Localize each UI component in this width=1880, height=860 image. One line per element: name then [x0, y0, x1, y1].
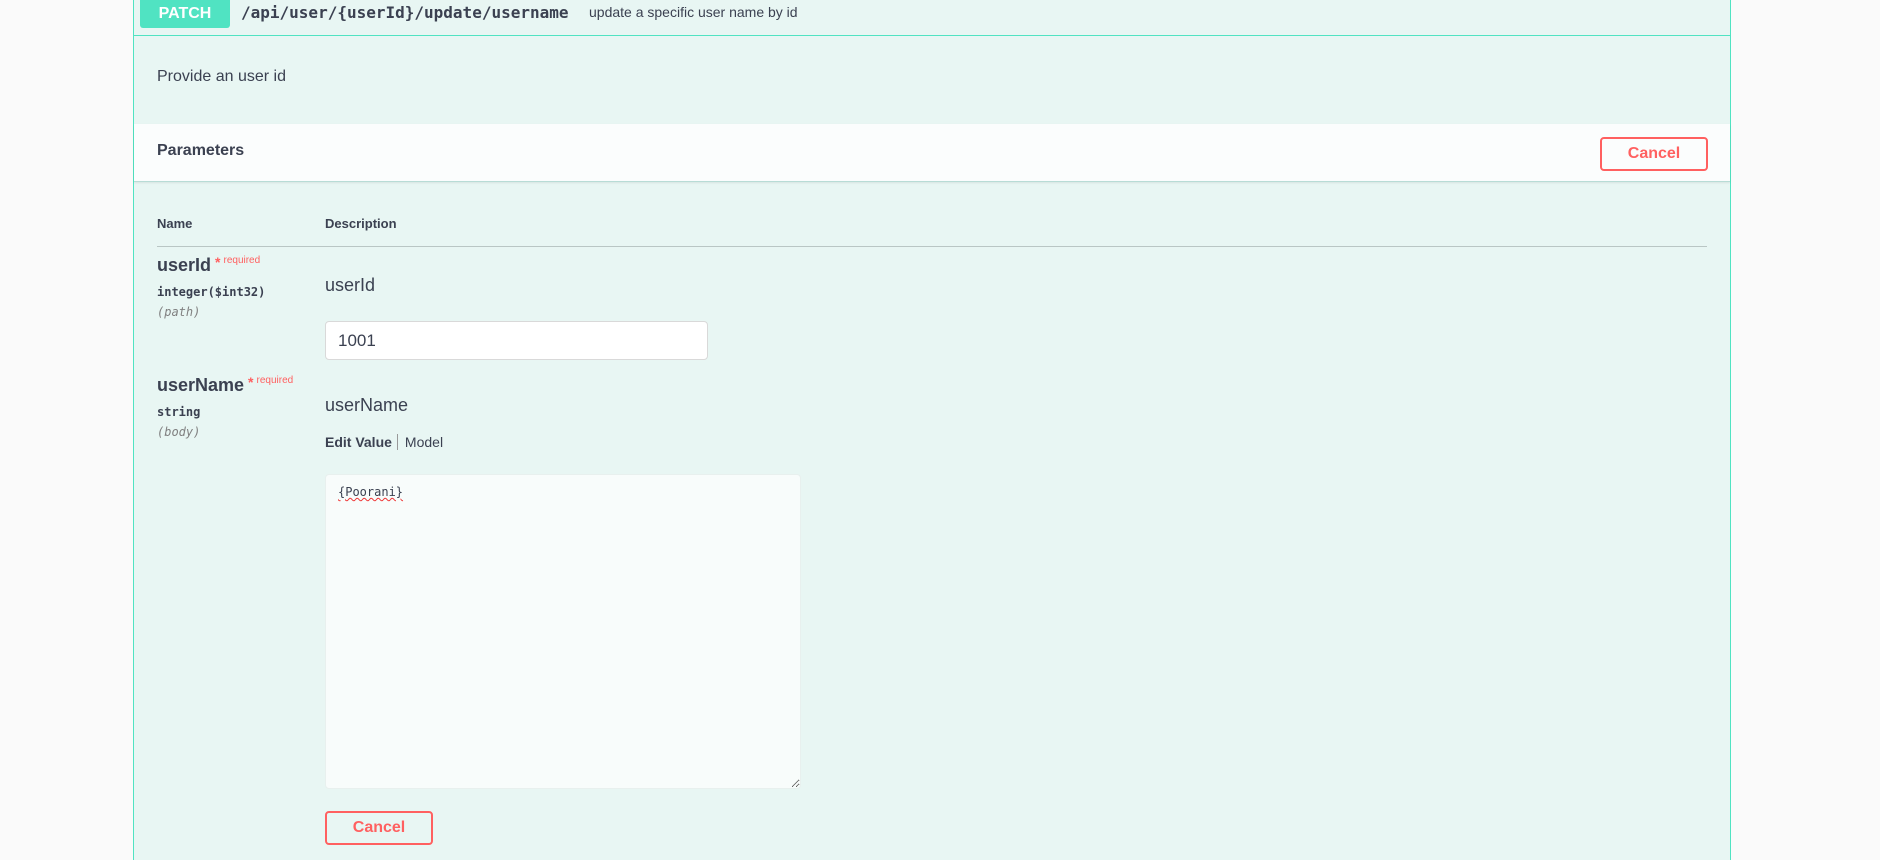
tab-edit-value[interactable]: Edit Value [325, 434, 398, 450]
cancel-button[interactable]: Cancel [1600, 137, 1708, 171]
param-description-username: userName [325, 395, 409, 415]
cancel-button-bottom[interactable]: Cancel [325, 811, 433, 845]
param-name-label: userId [157, 255, 212, 275]
column-header-description: Description [325, 216, 397, 231]
body-tabs: Edit Value Model [325, 434, 443, 450]
param-name-label: userName [157, 375, 245, 395]
table-divider [157, 246, 1707, 247]
required-label: required [223, 255, 261, 266]
required-star: * [248, 374, 254, 390]
parameters-title: Parameters [157, 142, 245, 159]
param-name-username: userName * required [157, 374, 294, 396]
param-in-username: (body) [157, 425, 201, 439]
username-body-textarea[interactable]: {Poorani} [325, 474, 801, 789]
operation-block: PATCH /api/user/{userId}/update/username… [133, 0, 1731, 860]
required-star: * [215, 254, 221, 270]
required-label: required [256, 375, 294, 386]
method-badge: PATCH [140, 0, 230, 28]
param-type-userid: integer($int32) [157, 285, 266, 299]
operation-summary[interactable]: PATCH /api/user/{userId}/update/username… [134, 0, 1730, 36]
endpoint-summary: update a specific user name by id [589, 4, 798, 20]
parameters-header: Parameters [134, 124, 1730, 182]
tab-model[interactable]: Model [398, 434, 443, 450]
param-description-userid: userId [325, 275, 376, 295]
param-type-username: string [157, 405, 201, 419]
column-header-name: Name [157, 216, 193, 231]
param-in-userid: (path) [157, 305, 201, 319]
operation-description: Provide an user id [157, 68, 286, 85]
endpoint-path: /api/user/{userId}/update/username [241, 3, 569, 22]
userid-input[interactable] [325, 321, 708, 360]
param-name-userid: userId * required [157, 254, 261, 276]
